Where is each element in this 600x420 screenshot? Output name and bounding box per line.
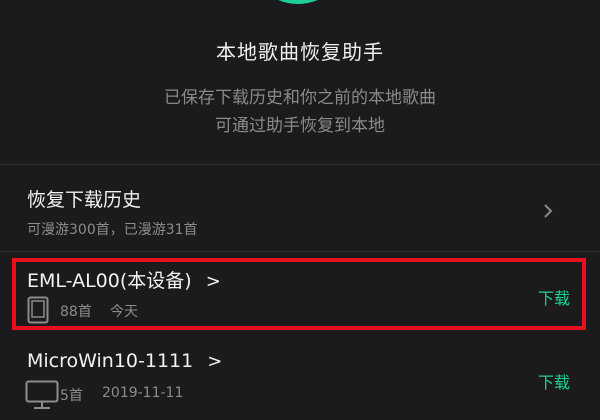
chevron-right-icon: >: [207, 351, 223, 372]
device-row-other[interactable]: MicroWin10-1111 > 5首 2019-11-11 下载: [0, 336, 600, 420]
device-date: 2019-11-11: [102, 385, 184, 401]
highlight-box: [12, 258, 586, 330]
app-logo-ring: [248, 0, 348, 4]
download-button[interactable]: 下载: [538, 369, 570, 393]
device-song-count: 5首: [60, 388, 83, 404]
chevron-right-icon: [544, 204, 553, 218]
monitor-icon: [25, 380, 59, 409]
device-name-row[interactable]: MicroWin10-1111 >: [27, 350, 222, 372]
description-line-1: 已保存下载历史和你之前的本地歌曲: [164, 88, 436, 108]
description-line-2: 可通过助手恢复到本地: [215, 116, 385, 136]
restore-history-title: 恢复下载历史: [27, 189, 142, 211]
restore-history-row[interactable]: 恢复下载历史 可漫游300首，已漫游31首: [0, 165, 600, 251]
page-title: 本地歌曲恢复助手: [216, 40, 384, 64]
restore-history-subtitle: 可漫游300首，已漫游31首: [27, 222, 198, 238]
device-name: MicroWin10-1111: [27, 350, 194, 372]
page-description: 已保存下载历史和你之前的本地歌曲 可通过助手恢复到本地: [0, 84, 600, 140]
